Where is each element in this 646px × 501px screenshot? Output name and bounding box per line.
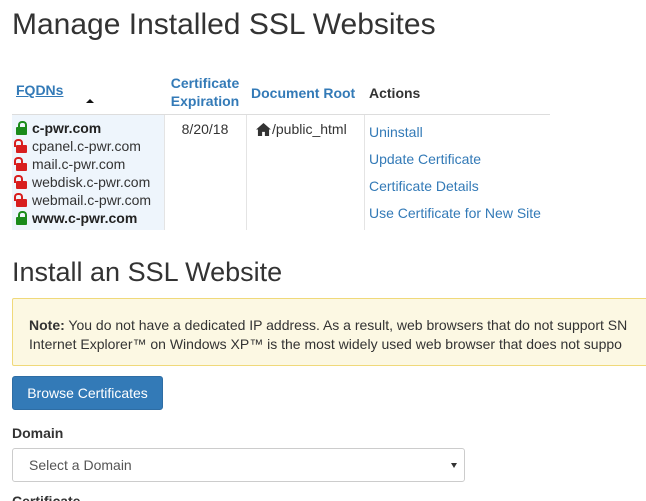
fqdns-sort-header[interactable]: FQDNs (16, 81, 63, 99)
column-divider (246, 115, 247, 230)
lock-closed-icon (16, 211, 28, 225)
home-icon (256, 122, 271, 136)
note-line-1: You do not have a dedicated IP address. … (68, 317, 628, 333)
lock-open-icon (14, 175, 28, 189)
note-label: Note: (29, 317, 65, 333)
fqdn-item: www.c-pwr.com (16, 209, 151, 227)
lock-open-icon (14, 193, 28, 207)
fqdn-name: cpanel.c-pwr.com (32, 138, 141, 154)
browse-certificates-button[interactable]: Browse Certificates (12, 376, 163, 410)
column-divider (364, 115, 365, 230)
dropdown-arrow-icon (451, 463, 457, 468)
domain-label: Domain (12, 425, 64, 441)
table-divider (12, 114, 550, 115)
fqdn-name: mail.c-pwr.com (32, 156, 126, 172)
lock-open-icon (14, 157, 28, 171)
actions-header: Actions (369, 85, 421, 101)
fqdn-item: mail.c-pwr.com (14, 155, 151, 173)
expiration-date: 8/20/18 (181, 121, 229, 137)
fqdn-name: webmail.c-pwr.com (32, 192, 152, 208)
dedicated-ip-note: Note: You do not have a dedicated IP add… (12, 298, 646, 366)
update-certificate-link[interactable]: Update Certificate (369, 146, 541, 173)
fqdn-item: webmail.c-pwr.com (14, 191, 152, 209)
fqdn-name: www.c-pwr.com (32, 210, 138, 226)
lock-open-icon (14, 139, 28, 153)
page-title: Manage Installed SSL Websites (12, 8, 436, 41)
fqdn-name: webdisk.c-pwr.com (32, 174, 151, 190)
document-root-path: /public_html (272, 121, 347, 137)
domain-select-value: Select a Domain (29, 457, 132, 473)
install-section-title: Install an SSL Website (12, 257, 283, 287)
fqdn-item: cpanel.c-pwr.com (14, 137, 151, 155)
fqdn-item: webdisk.c-pwr.com (14, 173, 151, 191)
fqdn-name: c-pwr.com (32, 120, 102, 136)
document-root: /public_html (256, 121, 347, 137)
use-certificate-link[interactable]: Use Certificate for New Site (369, 200, 541, 227)
actions-list: Uninstall Update Certificate Certificate… (369, 119, 541, 227)
docroot-sort-header[interactable]: Document Root (251, 84, 355, 102)
expiration-sort-header[interactable]: Certificate Expiration (167, 74, 243, 110)
fqdn-list: c-pwr.com cpanel.c-pwr.com mail.c-pwr.com w… (14, 119, 152, 227)
domain-select[interactable]: Select a Domain (12, 448, 465, 482)
certificate-label: Certificate (12, 493, 81, 501)
lock-closed-icon (16, 121, 28, 135)
fqdn-item: c-pwr.com (16, 119, 151, 137)
certificate-details-link[interactable]: Certificate Details (369, 173, 541, 200)
column-divider (164, 115, 165, 230)
uninstall-link[interactable]: Uninstall (369, 119, 541, 146)
note-line-2: Internet Explorer™ on Windows XP™ is the… (29, 336, 622, 352)
sort-ascending-icon (86, 99, 94, 103)
